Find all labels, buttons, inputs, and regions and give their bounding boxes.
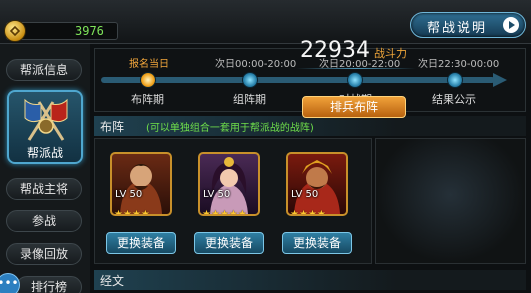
change-equipment-button[interactable]: 更换装备 — [282, 232, 352, 254]
stage-node — [242, 72, 258, 88]
star-icon: ★ — [122, 209, 132, 216]
stage-node — [447, 72, 463, 88]
stage-phase: 结果公示 — [432, 93, 476, 106]
star-icon: ★ — [210, 209, 220, 216]
star-icon: ★ — [307, 209, 317, 216]
stage-phase: 组阵期 — [233, 93, 266, 106]
crossed-flags-icon — [24, 98, 68, 141]
star-icon: ★ — [131, 209, 141, 216]
top-bar: 3976 帮战说明 — [0, 0, 531, 44]
hero-level: LV 50 — [291, 189, 319, 200]
star-icon: ★ — [316, 209, 326, 216]
star-icon: ★ — [219, 209, 229, 216]
star-icon: ★ — [202, 209, 211, 216]
change-equipment-button[interactable]: 更换装备 — [194, 232, 264, 254]
sidebar-item-guild-info[interactable]: 帮派信息 — [6, 59, 82, 81]
deploy-hint: (可以单独组合一套用于帮派战的战阵) — [146, 123, 314, 134]
arrow-right-icon — [503, 17, 519, 33]
sidebar-item-label: 帮派战 — [26, 146, 63, 160]
hero-stars: ★★★★★ — [202, 202, 247, 215]
deploy-section-header: 布阵 (可以单独组合一套用于帮派战的战阵) — [94, 116, 526, 136]
stage-phase: 布阵期 — [131, 93, 164, 106]
hero-card[interactable]: LV 50 ★★★★★ — [198, 152, 260, 216]
more-menu-icon[interactable]: ••• — [0, 273, 20, 293]
stage-node-current — [140, 72, 156, 88]
arrange-troops-button[interactable]: 排兵布阵 — [302, 96, 406, 118]
sidebar: 帮派信息 帮派战 帮战主将 参战 录像回放 排行榜 ••• — [0, 44, 90, 293]
divider — [296, 68, 416, 69]
hero-level: LV 50 — [115, 189, 143, 200]
star-icon: ★ — [290, 209, 299, 216]
combat-power-value: 22934 — [300, 38, 370, 63]
hero-stars: ★★★★ — [290, 202, 326, 215]
sidebar-item-join-battle[interactable]: 参战 — [6, 210, 82, 232]
coin-icon — [4, 20, 26, 42]
star-icon: ★ — [114, 209, 123, 216]
timeline-track — [101, 77, 495, 83]
star-icon: ★ — [298, 209, 308, 216]
sidebar-item-leaderboard[interactable]: 排行榜 — [16, 276, 82, 293]
deploy-title: 布阵 — [100, 120, 125, 134]
hero-stars: ★★★★ — [114, 202, 150, 215]
sidebar-item-war-general[interactable]: 帮战主将 — [6, 178, 82, 200]
sidebar-item-replay[interactable]: 录像回放 — [6, 243, 82, 265]
hero-card[interactable]: LV 50 ★★★★ — [110, 152, 172, 216]
stage-time: 次日00:00-20:00 — [215, 59, 297, 70]
sidebar-item-guild-war[interactable]: 帮派战 — [7, 90, 83, 164]
scripture-section-header: 经文 — [94, 270, 526, 290]
currency-value: 3976 — [75, 24, 104, 38]
power-panel — [375, 138, 526, 264]
battle-help-label: 帮战说明 — [427, 21, 488, 36]
scripture-title: 经文 — [100, 274, 125, 288]
stage-node — [347, 72, 363, 88]
stage-time: 报名当日 — [129, 59, 169, 70]
stage-time: 次日22:30-00:00 — [418, 59, 500, 70]
currency-display: 3976 — [4, 20, 118, 42]
star-icon: ★ — [228, 209, 238, 216]
battle-help-button[interactable]: 帮战说明 — [410, 12, 526, 38]
deploy-panel: LV 50 ★★★★ LV 50 ★★★★★ LV 50 ★★★★ 更换装备 更… — [94, 138, 526, 264]
combat-power-label: 战斗力 — [374, 47, 407, 60]
star-icon: ★ — [140, 209, 150, 216]
hero-level: LV 50 — [203, 189, 231, 200]
change-equipment-button[interactable]: 更换装备 — [106, 232, 176, 254]
timeline-arrow-icon — [493, 73, 507, 87]
star-icon: ★ — [237, 209, 247, 216]
hero-card[interactable]: LV 50 ★★★★ — [286, 152, 348, 216]
